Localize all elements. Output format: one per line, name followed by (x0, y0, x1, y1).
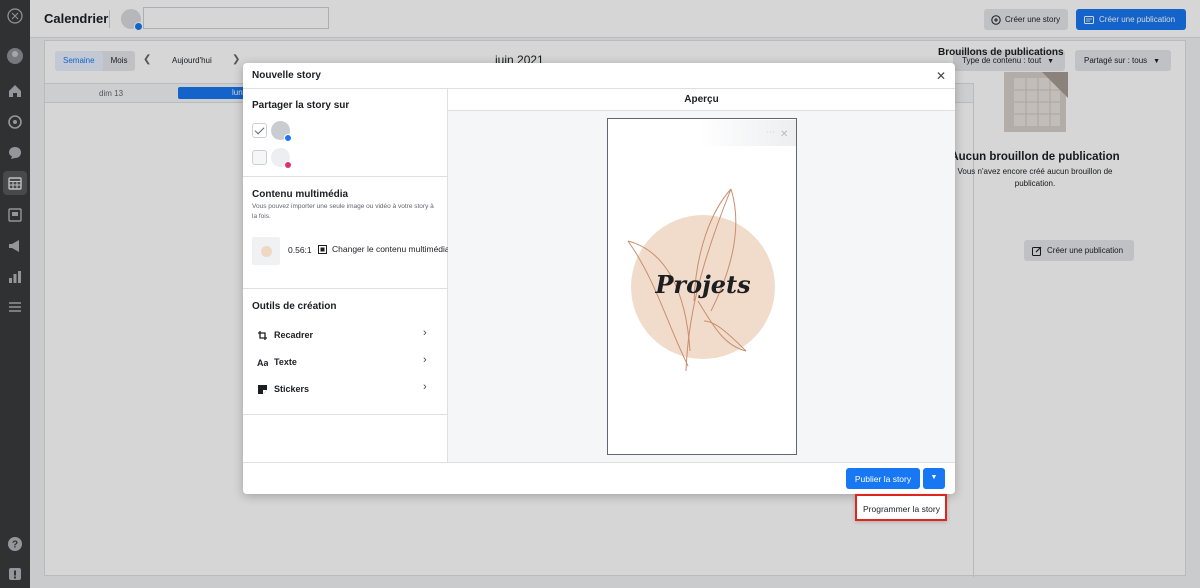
tool-stickers[interactable]: Stickers › (243, 380, 447, 400)
story-settings-panel: Partager la story sur Contenu multimédia… (243, 89, 450, 462)
chevron-right-icon: › (423, 354, 427, 366)
tool-text[interactable]: Aa Texte › (243, 353, 447, 373)
media-ratio: 0.56:1 (288, 245, 312, 255)
preview-close-icon: ✕ (780, 129, 789, 140)
tool-stickers-label: Stickers (274, 384, 310, 394)
creation-tools-section: Outils de création Recadrer › Aa Texte ›… (243, 289, 447, 415)
publish-story-button[interactable]: Publier la story (846, 468, 920, 489)
close-icon[interactable]: ✕ (936, 69, 946, 83)
dialog-footer: Publier la story ▼ (243, 462, 955, 494)
chevron-right-icon: › (423, 381, 427, 393)
tool-crop[interactable]: Recadrer › (243, 326, 447, 346)
schedule-story-menu[interactable]: Programmer la story (855, 494, 947, 521)
sticker-icon (258, 385, 267, 394)
schedule-story-option[interactable]: Programmer la story (863, 504, 940, 514)
facebook-checkbox[interactable] (252, 123, 267, 138)
tools-heading: Outils de création (252, 301, 337, 312)
media-heading: Contenu multimédia (252, 189, 349, 200)
instagram-badge-icon (284, 161, 292, 169)
media-hint: Vous pouvez importer une seule image ou … (252, 203, 434, 220)
change-media-button[interactable]: Changer le contenu multimédia (318, 244, 450, 254)
more-icon: ··· (766, 129, 776, 136)
tool-crop-label: Recadrer (274, 330, 314, 340)
tool-text-label: Texte (274, 357, 297, 367)
share-section: Partager la story sur (243, 89, 447, 177)
preview-text: Projets (655, 270, 751, 299)
facebook-account-avatar (271, 121, 292, 142)
media-swap-icon (318, 244, 327, 254)
preview-account-bar (609, 120, 699, 146)
chevron-right-icon: › (423, 327, 427, 339)
media-section: Contenu multimédia (243, 177, 447, 289)
story-preview: ··· ✕ Projets (607, 118, 797, 455)
crop-icon (258, 331, 267, 340)
dialog-header: Nouvelle story ✕ (243, 63, 955, 89)
media-thumbnail-disc (260, 245, 272, 257)
share-heading: Partager la story sur (252, 100, 350, 111)
svg-text:Aa: Aa (257, 358, 268, 368)
preview-heading: Aperçu (448, 89, 955, 111)
instagram-checkbox[interactable] (252, 150, 267, 165)
instagram-account-avatar (271, 148, 292, 169)
media-thumbnail[interactable] (252, 237, 280, 265)
change-media-label: Changer le contenu multimédia (332, 244, 450, 254)
facebook-badge-icon (284, 134, 292, 142)
preview-panel: Aperçu ··· ✕ Projets (448, 89, 955, 462)
dialog-title: Nouvelle story (252, 70, 321, 81)
text-icon: Aa (257, 358, 268, 368)
new-story-dialog: Nouvelle story ✕ Partager la story sur C… (243, 63, 955, 494)
publish-options-dropdown[interactable]: ▼ (923, 468, 945, 489)
